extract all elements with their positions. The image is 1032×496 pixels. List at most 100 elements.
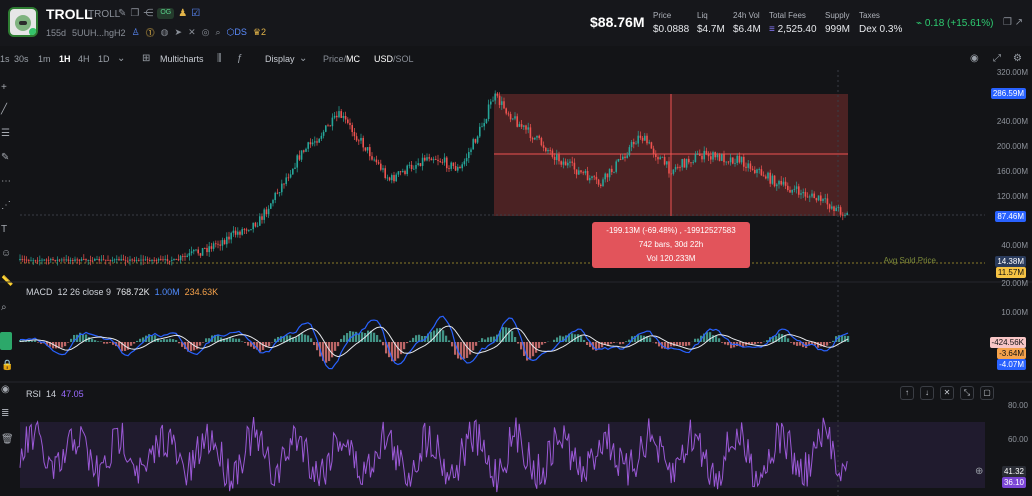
candle-body xyxy=(553,156,556,161)
fees-icon: ≡ xyxy=(769,24,775,35)
stat-value: ≡ 2,525.40 xyxy=(769,24,817,35)
candle-body xyxy=(270,203,272,209)
candle-body xyxy=(294,167,296,169)
macd-histogram-bar xyxy=(328,342,331,362)
candles-icon[interactable]: ⫼ xyxy=(217,53,222,64)
header-right-icons: ❐ ↗ xyxy=(1003,17,1023,28)
candle-body xyxy=(41,259,43,261)
candle-body xyxy=(679,167,681,168)
candle-body xyxy=(595,176,598,180)
copy-icon[interactable]: ❐ xyxy=(130,8,139,19)
timeframe-1s[interactable]: 1s xyxy=(0,54,10,64)
timeframe-1d[interactable]: 1D xyxy=(98,54,110,64)
display-button[interactable]: Display xyxy=(265,54,295,64)
price-tag-current: 87.46M xyxy=(995,211,1026,222)
price-tag-b: 11.57M xyxy=(995,267,1026,278)
macd-histogram-bar xyxy=(91,338,94,342)
sol-option[interactable]: SOL xyxy=(396,54,414,64)
candle-body xyxy=(375,159,378,163)
token-address[interactable]: 5UUH...hgH2 xyxy=(72,28,126,38)
candle-body xyxy=(406,165,408,175)
candle-body xyxy=(175,259,177,260)
rsi-period: 14 xyxy=(46,389,57,399)
candle-body xyxy=(806,196,809,198)
candle-body xyxy=(468,152,470,159)
measure-change: -199.13M (-69.48%) , -19912527583 xyxy=(606,226,736,235)
header-icons: ✎ ❐ ⋲ OG ♟ ☑ xyxy=(118,8,200,19)
multicharts-icon[interactable]: ⊞ xyxy=(142,53,150,64)
stat-label: 24h Vol xyxy=(733,11,760,20)
candle-body xyxy=(496,93,499,96)
timeframe-1m[interactable]: 1m xyxy=(38,54,51,64)
camera-icon[interactable]: ◉ xyxy=(970,53,979,64)
indicators-icon[interactable]: ƒ xyxy=(237,53,243,64)
chevron-down-icon[interactable]: ⌄ xyxy=(117,53,125,64)
macd-histogram-bar xyxy=(577,334,580,342)
candle-body xyxy=(127,260,129,262)
fullscreen-icon[interactable]: ⤢ xyxy=(993,53,1001,64)
candle-body xyxy=(760,169,763,176)
display-chevron-icon[interactable]: ⌄ xyxy=(299,53,307,64)
move-up-icon[interactable]: ↑ xyxy=(900,386,914,400)
settings-icon[interactable]: ⚙ xyxy=(1013,53,1022,64)
token-subrow: 155d 5UUH...hgH2 ♙ ⓵ ◍ ➤ ✕ ◎ ⌕ ⬡DS ♛2 xyxy=(46,26,266,39)
share-icon[interactable]: ⋲ xyxy=(143,8,153,19)
macd-hist-value: 234.63K xyxy=(184,287,219,297)
stat-label: Liq xyxy=(697,11,708,20)
collapse-icon[interactable]: ⤡ xyxy=(960,386,974,400)
macd-histogram-bar xyxy=(34,340,37,342)
timeframe-1h[interactable]: 1H xyxy=(59,54,71,64)
macd-histogram-bar xyxy=(757,342,760,344)
macd-histogram-bar xyxy=(511,331,514,342)
candle-body xyxy=(732,157,734,164)
usd-option[interactable]: USD xyxy=(374,54,393,64)
copy-link-icon[interactable]: ❐ xyxy=(1003,17,1012,28)
maximize-icon[interactable]: ▢ xyxy=(980,386,994,400)
timeframe-4h[interactable]: 4H xyxy=(78,54,90,64)
candle-body xyxy=(672,169,675,174)
move-down-icon[interactable]: ↓ xyxy=(920,386,934,400)
user-icon[interactable]: ♙ xyxy=(132,27,140,38)
target-icon[interactable]: ◎ xyxy=(202,27,210,38)
globe-icon[interactable]: ◍ xyxy=(161,27,169,38)
candle-body xyxy=(43,259,45,261)
candle-body xyxy=(151,259,153,261)
mc-option[interactable]: MC xyxy=(346,54,360,64)
candle-body xyxy=(551,150,554,157)
x-icon[interactable]: ✕ xyxy=(188,27,196,38)
price-mc-toggle[interactable]: Price/MC xyxy=(323,54,360,64)
candle-body xyxy=(608,168,611,178)
macd-histogram-bar xyxy=(412,337,415,342)
external-link-icon[interactable]: ↗ xyxy=(1015,17,1023,28)
candle-body xyxy=(476,136,479,143)
chart-canvas[interactable] xyxy=(0,70,1032,496)
pane-tools: ↑ ↓ ✕ ⤡ ▢ xyxy=(900,386,994,400)
token-logo[interactable] xyxy=(8,7,38,37)
candle-body xyxy=(494,93,496,101)
price-tick: 160.00M xyxy=(996,167,1028,176)
candle-body xyxy=(206,247,208,253)
warning-icon[interactable]: ⓵ xyxy=(146,26,155,39)
candle-body xyxy=(639,135,642,138)
candle-body xyxy=(769,172,771,184)
ds-icon[interactable]: ⬡DS xyxy=(227,27,247,38)
candle-body xyxy=(274,192,276,201)
search-icon[interactable]: ⌕ xyxy=(215,27,220,38)
timeframe-30s[interactable]: 30s xyxy=(14,54,29,64)
crown-icon[interactable]: ♛2 xyxy=(253,27,266,38)
candle-body xyxy=(307,142,309,149)
stat-value: $0.0888 xyxy=(653,24,690,35)
candle-body xyxy=(164,259,166,260)
candle-body xyxy=(545,147,547,152)
price-option[interactable]: Price xyxy=(323,54,344,64)
telegram-icon[interactable]: ➤ xyxy=(175,27,183,38)
candle-body xyxy=(388,177,391,181)
multicharts-button[interactable]: Multicharts xyxy=(160,54,204,64)
macd-tag-macd: -4.07M xyxy=(997,359,1026,370)
usd-sol-toggle[interactable]: USD/SOL xyxy=(374,54,414,64)
close-pane-icon[interactable]: ✕ xyxy=(940,386,954,400)
candle-body xyxy=(562,161,565,165)
candle-body xyxy=(556,154,558,161)
add-icon[interactable]: ⊕ xyxy=(975,466,983,477)
edit-icon[interactable]: ✎ xyxy=(118,8,126,19)
